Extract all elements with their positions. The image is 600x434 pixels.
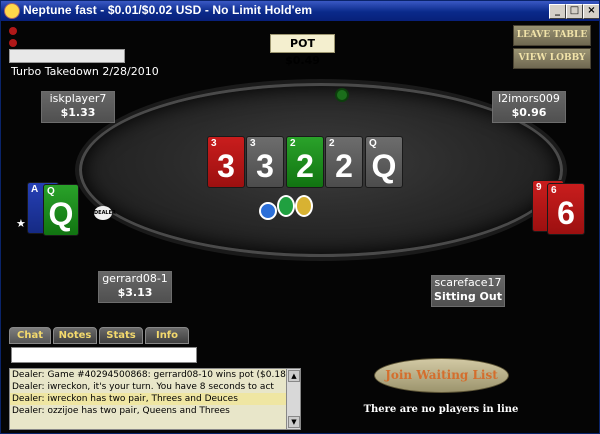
seat-gerrard08-1[interactable]: gerrard08-1 $3.13 — [98, 271, 172, 303]
view-lobby-button[interactable]: VIEW LOBBY — [513, 48, 591, 69]
poker-table-window: Neptune fast - $0.01/$0.02 USD - No Limi… — [0, 0, 600, 434]
seat-name: gerrard08-1 — [102, 272, 168, 285]
chip-icon — [277, 195, 295, 217]
leave-table-button[interactable]: LEAVE TABLE — [513, 25, 591, 46]
title-bar[interactable]: Neptune fast - $0.01/$0.02 USD - No Limi… — [1, 1, 599, 21]
join-waiting-list-button[interactable]: Join Waiting List — [374, 358, 509, 393]
chat-line: Dealer: iwreckon has two pair, Threes an… — [10, 393, 300, 405]
card-rank: 3 — [217, 148, 235, 184]
card-rank: 6 — [557, 195, 575, 231]
chat-line: Dealer: Game #40294500868: gerrard08-10 … — [12, 370, 290, 380]
seat-stack: $0.96 — [511, 106, 547, 119]
star-icon: ★ — [16, 217, 26, 230]
chip-icon — [335, 88, 349, 102]
tab-stats[interactable]: Stats — [99, 327, 143, 344]
seat-l2imors009[interactable]: l2imors009 $0.96 — [492, 91, 566, 123]
faint-status-lines — [9, 25, 20, 49]
app-icon — [4, 3, 20, 19]
waiting-list-status: There are no players in line — [363, 404, 519, 415]
minimize-button[interactable]: _ — [549, 4, 566, 19]
seat-iskplayer7[interactable]: iskplayer7 $1.33 — [41, 91, 115, 123]
hole-card-right: 6 6 — [547, 183, 585, 235]
seat-name: iskplayer7 — [49, 92, 107, 105]
card-rank: Q — [48, 196, 74, 232]
card-rank: 2 — [335, 148, 353, 184]
hole-card-left: Q Q — [43, 184, 79, 236]
community-card: 3 3 — [207, 136, 245, 188]
tab-chat[interactable]: Chat — [9, 327, 51, 344]
card-rank: 3 — [256, 148, 274, 184]
card-rank-small: A — [31, 184, 39, 195]
card-rank-small: 9 — [536, 182, 542, 193]
maximize-button[interactable]: □ — [566, 4, 583, 19]
status-dot-icon — [9, 26, 17, 35]
table-name: Turbo Takedown 2/28/2010 — [11, 65, 159, 78]
chat-input[interactable] — [11, 347, 197, 363]
chat-line: Dealer: ozzijoe has two pair, Queens and… — [12, 406, 230, 416]
seat-name: l2imors009 — [498, 92, 560, 105]
seat-stack: $1.33 — [60, 106, 96, 119]
status-dot-icon — [9, 38, 17, 47]
seat-stack: $3.13 — [117, 286, 153, 299]
chat-scrollbar[interactable]: ▲ ▼ — [286, 369, 300, 429]
seat-name: scareface17 — [434, 276, 502, 289]
community-card: 3 3 — [246, 136, 284, 188]
chip-icon — [295, 195, 313, 217]
community-card: 2 2 — [286, 136, 324, 188]
seat-stack: Sitting Out — [434, 290, 502, 303]
chip-icon — [259, 202, 277, 220]
pot-amount: POT $0.49 — [270, 34, 335, 67]
status-bar — [9, 49, 125, 63]
card-rank: 2 — [296, 148, 314, 184]
card-rank: Q — [371, 148, 397, 184]
seat-scareface17[interactable]: scareface17 Sitting Out — [431, 275, 505, 307]
chat-log: Dealer: Game #40294500868: gerrard08-10 … — [9, 368, 301, 430]
scroll-up-icon[interactable]: ▲ — [288, 370, 300, 382]
dealer-button: DEALER — [94, 206, 116, 220]
chat-line: Dealer: iwreckon, it's your turn. You ha… — [12, 382, 274, 392]
scroll-down-icon[interactable]: ▼ — [288, 416, 300, 428]
tab-notes[interactable]: Notes — [53, 327, 97, 344]
tab-info[interactable]: Info — [145, 327, 189, 344]
window-title: Neptune fast - $0.01/$0.02 USD - No Limi… — [23, 3, 313, 17]
community-card: 2 2 — [325, 136, 363, 188]
close-button[interactable]: × — [583, 4, 599, 19]
community-card: Q Q — [365, 136, 403, 188]
